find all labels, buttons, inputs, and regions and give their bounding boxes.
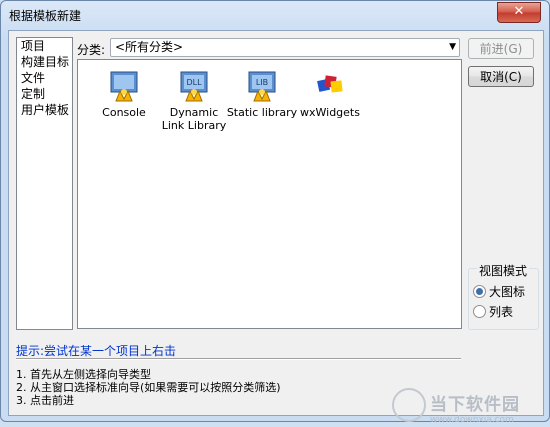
- dialog-body: 项目 构建目标 文件 定制 用户模板 分类: <所有分类> ▼ Console: [8, 30, 544, 425]
- category-item-file[interactable]: 文件: [17, 70, 72, 86]
- radio-label: 大图标: [489, 285, 526, 299]
- close-button[interactable]: ✕: [497, 2, 541, 23]
- filter-selected-value: <所有分类>: [115, 40, 184, 54]
- template-static-library[interactable]: LIB Static library: [225, 70, 299, 119]
- template-dynamic-link-library[interactable]: DLL Dynamic Link Library: [157, 70, 231, 132]
- watermark-logo-icon: [392, 388, 426, 422]
- category-item-build-target[interactable]: 构建目标: [17, 54, 72, 70]
- step-1: 1. 首先从左侧选择向导类型: [16, 368, 151, 381]
- window-title: 根据模板新建: [9, 9, 82, 23]
- category-item-custom[interactable]: 定制: [17, 86, 72, 102]
- radio-list[interactable]: 列表: [473, 304, 513, 320]
- category-list[interactable]: 项目 构建目标 文件 定制 用户模板: [16, 37, 73, 330]
- category-filter-select[interactable]: <所有分类> ▼: [110, 38, 460, 57]
- cancel-button[interactable]: 取消(C): [468, 66, 534, 87]
- lib-badge: LIB: [256, 78, 268, 87]
- step-3: 3. 点击前进: [16, 394, 74, 407]
- template-label: Console: [102, 106, 146, 119]
- divider: [16, 358, 461, 360]
- watermark-url: www.downxia.com: [430, 415, 514, 425]
- next-button[interactable]: 前进(G): [468, 38, 534, 59]
- template-grid: Console DLL Dynamic Link Library LIB Sta…: [77, 59, 462, 329]
- static-library-icon: LIB: [248, 71, 276, 102]
- instruction-steps: 1. 首先从左侧选择向导类型 2. 从主窗口选择标准向导(如果需要可以按照分类筛…: [16, 368, 281, 407]
- dialog-window: 根据模板新建 ✕ 项目 构建目标 文件 定制 用户模板 分类: <所有分类> ▼: [0, 0, 550, 425]
- template-label: wxWidgets: [300, 106, 360, 119]
- category-item-project[interactable]: 项目: [17, 38, 72, 54]
- template-wxwidgets[interactable]: wxWidgets: [293, 70, 367, 119]
- dll-badge: DLL: [186, 78, 202, 87]
- chevron-down-icon: ▼: [449, 42, 456, 52]
- radio-large-icons[interactable]: 大图标: [473, 284, 525, 300]
- category-item-user-templates[interactable]: 用户模板: [17, 102, 72, 118]
- close-icon: ✕: [513, 4, 525, 19]
- view-mode-group: 视图模式 大图标 列表: [468, 262, 539, 330]
- view-mode-title: 视图模式: [477, 262, 530, 279]
- wxwidgets-icon: [317, 75, 343, 93]
- dll-icon: DLL: [180, 71, 208, 102]
- hint-text: 提示:尝试在某一个项目上右击: [16, 344, 177, 358]
- radio-label: 列表: [489, 305, 514, 319]
- watermark: 当下软件园 www.downxia.com: [392, 387, 542, 427]
- template-label: Dynamic Link Library: [161, 106, 227, 132]
- template-label: Static library: [226, 106, 298, 119]
- filter-label: 分类:: [77, 43, 106, 57]
- radio-selected-icon: [473, 285, 486, 298]
- console-icon: [110, 71, 138, 102]
- radio-unselected-icon: [473, 305, 486, 318]
- template-console[interactable]: Console: [87, 70, 161, 119]
- title-bar[interactable]: 根据模板新建 ✕: [1, 1, 549, 29]
- watermark-text: 当下软件园: [430, 395, 520, 415]
- step-2: 2. 从主窗口选择标准向导(如果需要可以按照分类筛选): [16, 381, 281, 394]
